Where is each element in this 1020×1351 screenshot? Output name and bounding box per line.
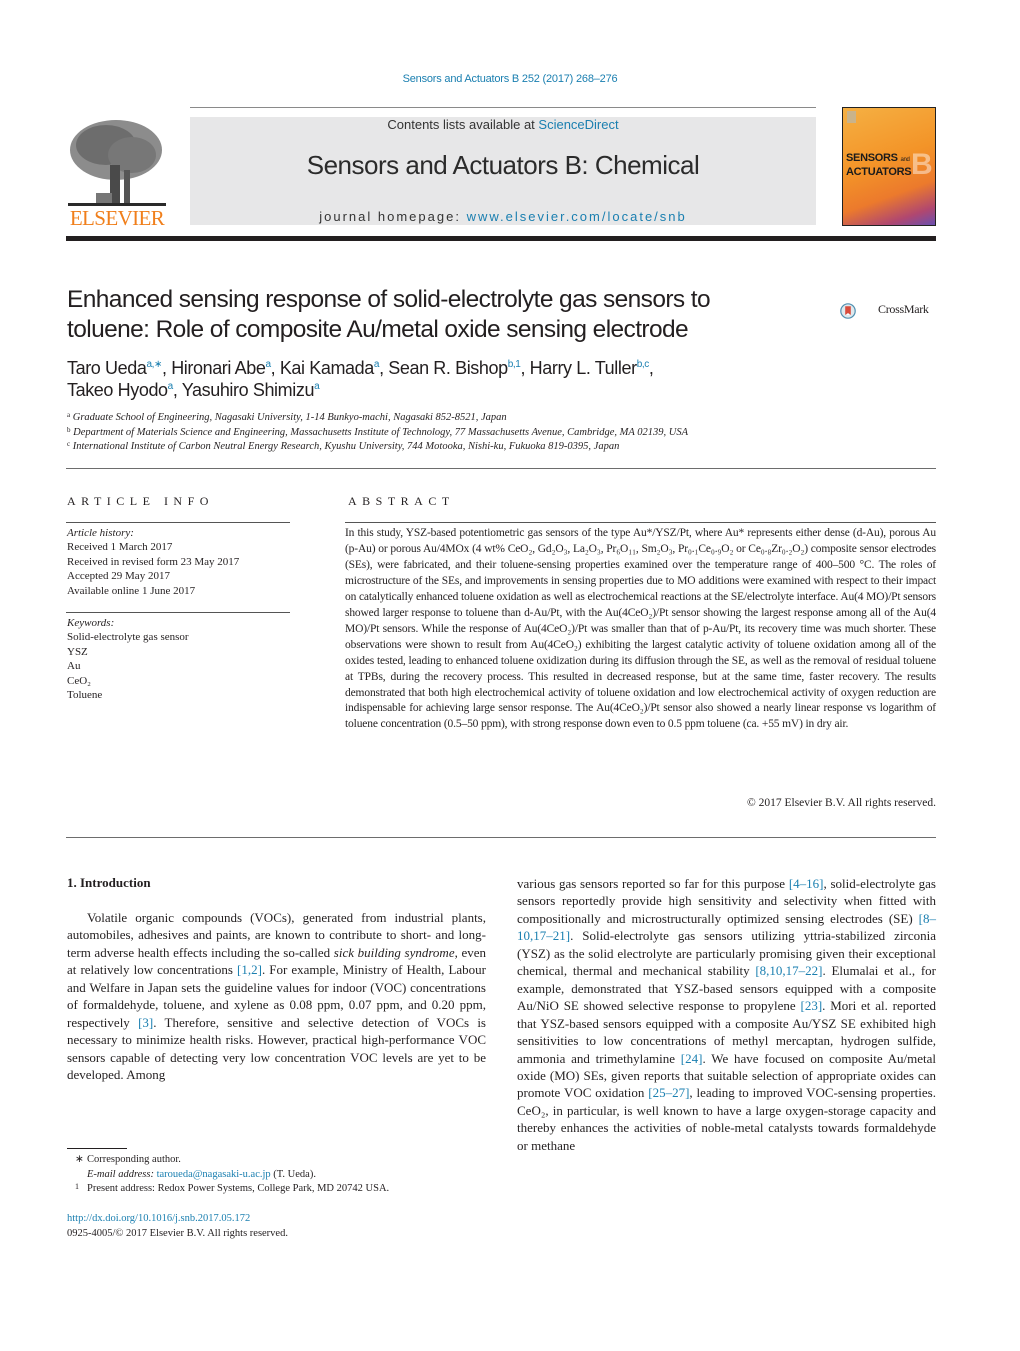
author[interactable]: Taro Uedaa,∗ [67,358,162,378]
footnote-text: Corresponding author. [87,1154,181,1165]
header-rule [190,107,816,108]
author-list: Taro Uedaa,∗, Hironari Abea, Kai Kamadaa… [67,358,654,400]
keywords-label: Keywords: [67,617,115,629]
footnotes: ∗ Corresponding author. E-mail address: … [67,1153,497,1197]
history-label: Article history: [67,527,134,539]
title-line-2: toluene: Role of composite Au/metal oxid… [67,316,689,343]
affiliation: a Graduate School of Engineering, Nagasa… [67,411,507,424]
homepage-prefix: journal homepage: [319,209,467,224]
journal-homepage: journal homepage: www.elsevier.com/locat… [190,209,816,224]
abstract-text: In this study, YSZ-based potentiometric … [345,527,936,731]
journal-title: Sensors and Actuators B: Chemical [306,150,700,180]
cover-line2: ACTUATORS [846,166,912,178]
author[interactable]: Harry L. Tullerb,c [530,358,650,378]
doi-link[interactable]: http://dx.doi.org/10.1016/j.snb.2017.05.… [67,1212,288,1227]
article-history: Article history: Received 1 March 2017 R… [67,526,239,598]
journal-cover-thumbnail[interactable]: SENSORS and ACTUATORS B [842,107,936,226]
keyword: Toluene [67,689,103,702]
sciencedirect-link[interactable]: ScienceDirect [538,117,618,132]
abstract-rule [345,522,936,523]
citation-link[interactable]: [3] [138,1015,153,1030]
contents-prefix: Contents lists available at [387,117,539,132]
elsevier-wordmark[interactable]: ELSEVIER [66,206,168,231]
article-info-heading: ARTICLE INFO [67,494,214,508]
affiliation: b Department of Materials Science and En… [67,425,688,438]
abstract-heading: ABSTRACT [348,494,455,508]
author[interactable]: Hironari Abea [171,358,271,378]
crossmark-label[interactable]: CrossMark [878,302,929,317]
paper-title: Enhanced sensing response of solid-elect… [67,285,807,345]
citation-link[interactable]: [24] [681,1051,703,1066]
citation-link[interactable]: [8,10,17–22] [755,963,822,978]
issn-copyright: 0925-4005/© 2017 Elsevier B.V. All right… [67,1227,288,1239]
citation-link[interactable]: [25–27] [648,1085,689,1100]
citation-link[interactable]: [23] [801,998,823,1013]
keyword: Solid-electrolyte gas sensor [67,631,189,644]
body-column-right: various gas sensors reported so far for … [517,875,936,1154]
section-heading-introduction: 1. Introduction [67,875,151,890]
history-item: Accepted 29 May 2017 [67,570,170,583]
author[interactable]: Sean R. Bishopb,1 [388,358,521,378]
keyword: CeO₂ [67,674,91,687]
author[interactable]: Yasuhiro Shimizua [182,380,320,400]
cover-and: and [900,157,910,163]
citation-link[interactable]: [4–16] [789,876,824,891]
history-item: Received 1 March 2017 [67,541,173,554]
header-thick-rule [66,236,936,241]
footnote-text: Present address: Redox Power Systems, Co… [87,1183,390,1194]
cover-line1: SENSORS [846,152,898,164]
journal-citation[interactable]: Sensors and Actuators B 252 (2017) 268–2… [0,73,1020,85]
body-text: various gas sensors reported so far for … [517,876,789,891]
doi-block: http://dx.doi.org/10.1016/j.snb.2017.05.… [67,1212,288,1241]
cover-title: SENSORS and ACTUATORS [846,152,912,178]
body-column-left: Volatile organic compounds (VOCs), gener… [67,909,486,1084]
homepage-link[interactable]: www.elsevier.com/locate/snb [467,209,687,224]
footnote-rule [67,1148,127,1149]
section-divider [66,468,936,469]
emphasis-text: sick building syndrome [333,944,455,960]
footnote-mark: ∗ [75,1154,84,1165]
history-item: Received in revised form 23 May 2017 [67,555,240,568]
abstract-copyright: © 2017 Elsevier B.V. All rights reserved… [747,797,936,809]
crossmark-icon[interactable] [840,291,880,331]
cover-letter: B [911,148,933,181]
citation-link[interactable]: [1,2] [237,962,262,977]
body-divider [66,837,936,838]
author[interactable]: Kai Kamadaa [280,358,380,378]
keyword: Au [67,660,81,673]
footnote-corresponding: ∗ Corresponding author. [67,1153,497,1168]
keywords-rule [66,612,290,613]
affiliation: c International Institute of Carbon Neut… [67,440,620,453]
cover-elsevier-icon [847,111,856,123]
email-link[interactable]: taroueda@nagasaki-u.ac.jp [157,1169,271,1180]
contents-line: Contents lists available at ScienceDirec… [190,117,816,132]
keyword: YSZ [67,645,88,658]
author[interactable]: Takeo Hyodoa [67,380,173,400]
affiliations: a Graduate School of Engineering, Nagasa… [67,411,927,455]
footnote-email: E-mail address: taroueda@nagasaki-u.ac.j… [67,1168,497,1183]
email-label: E-mail address: [87,1168,154,1180]
article-info-rule [66,522,290,523]
keywords: Keywords: Solid-electrolyte gas sensor Y… [67,616,189,702]
title-line-1: Enhanced sensing response of solid-elect… [67,286,711,313]
email-suffix: (T. Ueda). [270,1168,316,1180]
footnote-present-address: 1 Present address: Redox Power Systems, … [67,1182,497,1197]
footnote-mark: 1 [75,1182,79,1191]
history-item: Available online 1 June 2017 [67,584,196,597]
